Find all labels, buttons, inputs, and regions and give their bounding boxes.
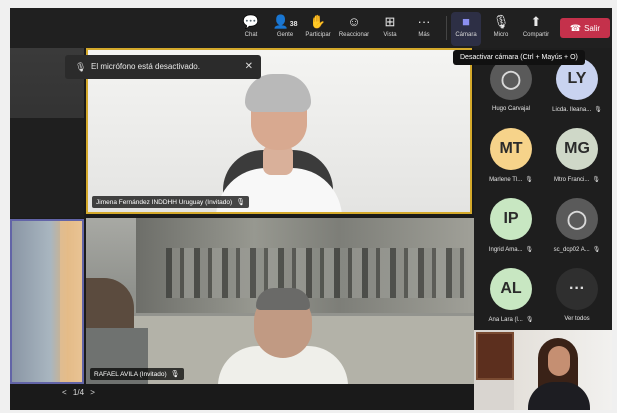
wall-art <box>476 332 514 380</box>
view-button[interactable]: ⊞ Vista <box>375 12 405 46</box>
participant-avatar: IP <box>490 198 532 240</box>
mic-off-icon: 🎙 <box>525 177 533 183</box>
phone-icon: ☎ <box>569 23 582 33</box>
people-count: 38 <box>289 21 298 28</box>
participant-name: Ingrid Ama... <box>488 247 523 253</box>
tile-shadow <box>10 118 84 218</box>
participant-name: Hugo Carvajal <box>491 106 531 112</box>
mic-off-icon: 🎙 <box>592 247 601 253</box>
meeting-toolbar: 💬 Chat 👤38 Gente ✋ Participar ☺ Reaccion… <box>10 8 612 48</box>
mic-off-icon: 🎙 <box>525 247 534 253</box>
page-indicator: 1/4 <box>72 388 85 397</box>
more-label: Más <box>418 32 430 38</box>
participant-tile[interactable]: ◯ sc_dcp02 A... 🎙 <box>544 190 610 256</box>
share-button[interactable]: ⬆ Compartir <box>521 12 551 46</box>
view-all-label: Ver todos <box>564 316 590 322</box>
people-icon: 👤38 <box>272 14 298 29</box>
participant-name: Ana Lara (l... <box>488 317 523 323</box>
participant-name-row: sc_dcp02 A... 🎙 <box>544 246 610 253</box>
gallery-pagination: < 1/4 > <box>62 388 122 402</box>
mic-off-icon: 🎙 <box>170 371 180 378</box>
person-icon: ◯ <box>556 198 598 240</box>
video-tile-bottom[interactable]: RAFAEL AVILA (Invitado) 🎙 <box>86 218 474 384</box>
participant-name: sc_dcp02 A... <box>553 247 590 253</box>
participant-tile[interactable]: AL Ana Lara (l... 🎙 <box>478 260 544 326</box>
camera-icon: ■ <box>462 14 470 29</box>
participant-name-row: Licda. Ileana... 🎙 <box>544 106 610 113</box>
person-hair <box>256 288 310 310</box>
hand-icon: ✋ <box>309 14 327 29</box>
mic-off-icon: 🎙 <box>75 62 87 72</box>
video-tile-left-bottom[interactable] <box>10 219 84 384</box>
camera-button[interactable]: ■ Cámara <box>451 12 481 46</box>
participant-name: Jimena Fernández INDDHH Uruguay (Invitad… <box>96 199 233 206</box>
prev-page-button[interactable]: < <box>62 388 67 397</box>
participant-name: Licda. Ileana... <box>552 107 592 113</box>
mic-off-icon: 🎙 <box>594 107 602 113</box>
participant-tile[interactable]: MG Mtro Franci... 🎙 <box>544 120 610 186</box>
share-icon: ⬆ <box>530 14 542 29</box>
mic-off-icon: 🎙 <box>525 317 534 323</box>
chat-button[interactable]: 💬 Chat <box>236 12 266 46</box>
smiley-icon: ☺ <box>347 14 361 29</box>
camera-tooltip: Desactivar cámara (Ctrl + Mayús + O) <box>453 50 585 65</box>
participant-name-tag: RAFAEL AVILA (Invitado) 🎙 <box>90 368 184 380</box>
participant-name-row: Ana Lara (l... 🎙 <box>478 316 544 323</box>
participant-name-row: Ingrid Ama... 🎙 <box>478 246 544 253</box>
more-icon: ··· <box>556 268 598 310</box>
person-head <box>548 346 570 376</box>
participant-tile[interactable]: IP Ingrid Ama... 🎙 <box>478 190 544 256</box>
mic-muted-notification: 🎙 El micrófono está desactivado. ✕ <box>65 55 261 79</box>
people-button[interactable]: 👤38 Gente <box>270 12 300 46</box>
participant-avatar: MT <box>490 128 532 170</box>
participant-name-tag: Jimena Fernández INDDHH Uruguay (Invitad… <box>92 196 250 208</box>
react-button[interactable]: ☺ Reaccionar <box>339 12 369 46</box>
meeting-window: 💬 Chat 👤38 Gente ✋ Participar ☺ Reaccion… <box>10 8 612 410</box>
share-label: Compartir <box>522 32 550 38</box>
chat-icon: 💬 <box>242 14 260 29</box>
grid-icon: ⊞ <box>384 14 396 29</box>
participant-name: RAFAEL AVILA (Invitado) <box>94 371 167 378</box>
raise-hand-button[interactable]: ✋ Participar <box>303 12 333 46</box>
mic-off-icon: 🎙 <box>236 199 246 206</box>
next-page-button[interactable]: > <box>90 388 95 397</box>
view-all-button[interactable]: ··· Ver todos <box>544 260 610 326</box>
participant-avatar: AL <box>490 268 532 310</box>
participants-panel: ◯ Hugo Carvajal LY Licda. Ileana... 🎙 MT … <box>474 48 612 330</box>
tile-blur <box>60 221 82 382</box>
mic-button[interactable]: 🎙 Micro <box>486 12 516 46</box>
leave-label: Salir <box>584 24 601 33</box>
mic-off-icon: 🎙 <box>492 14 510 29</box>
self-view-video[interactable] <box>474 330 612 410</box>
notification-text: El micrófono está desactivado. <box>91 62 200 71</box>
more-button[interactable]: ··· Más <box>409 12 439 46</box>
participant-name: Mtro Franci... <box>554 177 590 183</box>
leave-button[interactable]: ☎ Salir <box>560 18 610 38</box>
mic-off-icon: 🎙 <box>592 177 600 183</box>
participant-name-row: Mtro Franci... 🎙 <box>544 176 610 183</box>
participant-name-row: Marlene Tl... 🎙 <box>478 176 544 183</box>
participant-tile[interactable]: MT Marlene Tl... 🎙 <box>478 120 544 186</box>
participant-name: Marlene Tl... <box>489 177 523 183</box>
painting-crowd <box>166 248 466 298</box>
person-hair <box>245 74 311 112</box>
more-icon: ··· <box>417 14 431 29</box>
participant-avatar: MG <box>556 128 598 170</box>
close-icon[interactable]: ✕ <box>245 55 253 79</box>
